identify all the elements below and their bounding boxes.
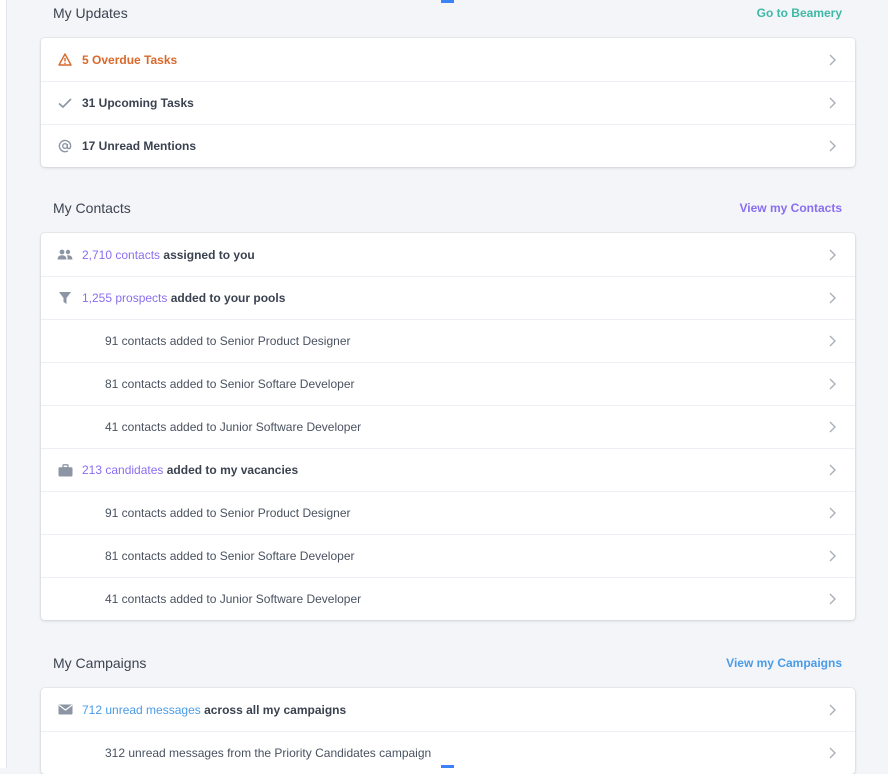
candidate-subitem-row[interactable]: 81 contacts added to Senior Softare Deve… bbox=[41, 534, 855, 577]
candidate-subitem-label: 81 contacts added to Senior Softare Deve… bbox=[105, 549, 355, 563]
chevron-right-icon bbox=[829, 335, 836, 347]
candidates-count: 213 candidates bbox=[82, 463, 164, 477]
assigned-contacts-text: 2,710 contacts assigned to you bbox=[82, 248, 827, 262]
view-my-contacts-link[interactable]: View my Contacts bbox=[740, 201, 842, 215]
candidate-subitem-label: 91 contacts added to Senior Product Desi… bbox=[105, 506, 351, 520]
contacts-card: 2,710 contacts assigned to you 1,255 pro… bbox=[41, 233, 855, 620]
prospect-subitem-row[interactable]: 41 contacts added to Junior Software Dev… bbox=[41, 405, 855, 448]
chevron-right-icon bbox=[829, 292, 836, 304]
prospects-rest: added to your pools bbox=[167, 291, 286, 305]
prospect-subitem-label: 91 contacts added to Senior Product Desi… bbox=[105, 334, 351, 348]
overdue-tasks-label: 5 Overdue Tasks bbox=[82, 52, 178, 67]
chevron-right-icon bbox=[829, 140, 836, 152]
overdue-tasks-row[interactable]: 5 Overdue Tasks bbox=[41, 38, 855, 81]
candidates-text: 213 candidates added to my vacancies bbox=[82, 463, 827, 477]
prospects-count: 1,255 prospects bbox=[82, 291, 168, 305]
assigned-contacts-count: 2,710 contacts bbox=[82, 247, 161, 262]
campaigns-title: My Campaigns bbox=[53, 655, 147, 671]
prospect-subitem-label: 41 contacts added to Junior Software Dev… bbox=[105, 420, 362, 434]
view-my-campaigns-link[interactable]: View my Campaigns bbox=[726, 656, 842, 670]
chevron-right-icon bbox=[829, 704, 836, 715]
chevron-right-icon bbox=[829, 97, 836, 109]
go-to-beamery-link[interactable]: Go to Beamery bbox=[757, 6, 842, 20]
unread-messages-count: 712 unread messages bbox=[82, 702, 201, 717]
candidates-row[interactable]: 213 candidates added to my vacancies bbox=[41, 448, 855, 491]
candidate-subitem-label: 41 contacts added to Junior Software Dev… bbox=[105, 592, 362, 606]
chevron-right-icon bbox=[829, 464, 836, 476]
unread-mentions-label: 17 Unread Mentions bbox=[82, 139, 197, 153]
updates-title: My Updates bbox=[53, 5, 128, 21]
updates-header: My Updates Go to Beamery bbox=[53, 0, 842, 26]
chevron-right-icon bbox=[829, 249, 836, 260]
upcoming-tasks-label: 31 Upcoming Tasks bbox=[82, 96, 194, 110]
checkmark-icon bbox=[57, 95, 73, 111]
campaigns-header: My Campaigns View my Campaigns bbox=[53, 650, 842, 676]
prospect-subitem-label: 81 contacts added to Senior Softare Deve… bbox=[105, 377, 355, 391]
unread-messages-rest: across all my campaigns bbox=[200, 702, 347, 717]
prospects-row[interactable]: 1,255 prospects added to your pools bbox=[41, 276, 855, 319]
people-icon bbox=[57, 247, 73, 263]
prospect-subitem-row[interactable]: 81 contacts added to Senior Softare Deve… bbox=[41, 362, 855, 405]
chevron-right-icon bbox=[829, 747, 836, 759]
briefcase-icon bbox=[57, 462, 73, 478]
chevron-right-icon bbox=[829, 421, 836, 433]
chevron-right-icon bbox=[829, 54, 836, 65]
funnel-icon bbox=[57, 290, 73, 306]
prospects-text: 1,255 prospects added to your pools bbox=[82, 291, 827, 305]
chevron-right-icon bbox=[829, 378, 836, 390]
chevron-right-icon bbox=[829, 550, 836, 562]
contacts-header: My Contacts View my Contacts bbox=[53, 195, 842, 221]
chevron-right-icon bbox=[829, 593, 836, 605]
candidates-rest: added to my vacancies bbox=[163, 463, 299, 477]
upcoming-tasks-row[interactable]: 31 Upcoming Tasks bbox=[41, 81, 855, 124]
envelope-icon bbox=[57, 702, 73, 718]
warning-icon bbox=[57, 52, 73, 68]
contacts-title: My Contacts bbox=[53, 200, 131, 216]
prospect-subitem-row[interactable]: 91 contacts added to Senior Product Desi… bbox=[41, 319, 855, 362]
left-border bbox=[0, 0, 7, 768]
campaign-subitem-label: 312 unread messages from the Priority Ca… bbox=[105, 746, 432, 760]
candidate-subitem-row[interactable]: 41 contacts added to Junior Software Dev… bbox=[41, 577, 855, 620]
unread-messages-text: 712 unread messages across all my campai… bbox=[82, 703, 827, 717]
assigned-contacts-row[interactable]: 2,710 contacts assigned to you bbox=[41, 233, 855, 276]
at-sign-icon bbox=[57, 138, 73, 154]
unread-messages-row[interactable]: 712 unread messages across all my campai… bbox=[41, 688, 855, 731]
chevron-right-icon bbox=[829, 507, 836, 519]
candidate-subitem-row[interactable]: 91 contacts added to Senior Product Desi… bbox=[41, 491, 855, 534]
campaigns-card: 712 unread messages across all my campai… bbox=[41, 688, 855, 774]
updates-card: 5 Overdue Tasks 31 Upcoming Tasks 17 Unr… bbox=[41, 38, 855, 167]
unread-mentions-row[interactable]: 17 Unread Mentions bbox=[41, 124, 855, 167]
assigned-contacts-rest: assigned to you bbox=[160, 247, 255, 262]
